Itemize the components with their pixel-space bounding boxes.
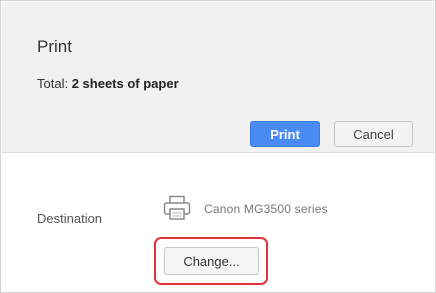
dialog-title: Print (37, 37, 72, 56)
print-dialog: Print Total: 2 sheets of paper Print Can… (0, 0, 436, 293)
destination-printer-name: Canon MG3500 series (204, 202, 328, 216)
print-button[interactable]: Print (250, 121, 320, 147)
destination-label: Destination (37, 211, 103, 226)
total-label: Total: (37, 76, 69, 91)
cancel-button[interactable]: Cancel (334, 121, 413, 147)
total-sheets: Total: 2 sheets of paper (37, 76, 179, 91)
change-destination-button[interactable]: Change... (164, 247, 259, 275)
total-value: 2 sheets of paper (71, 76, 179, 91)
printer-icon (163, 195, 191, 221)
